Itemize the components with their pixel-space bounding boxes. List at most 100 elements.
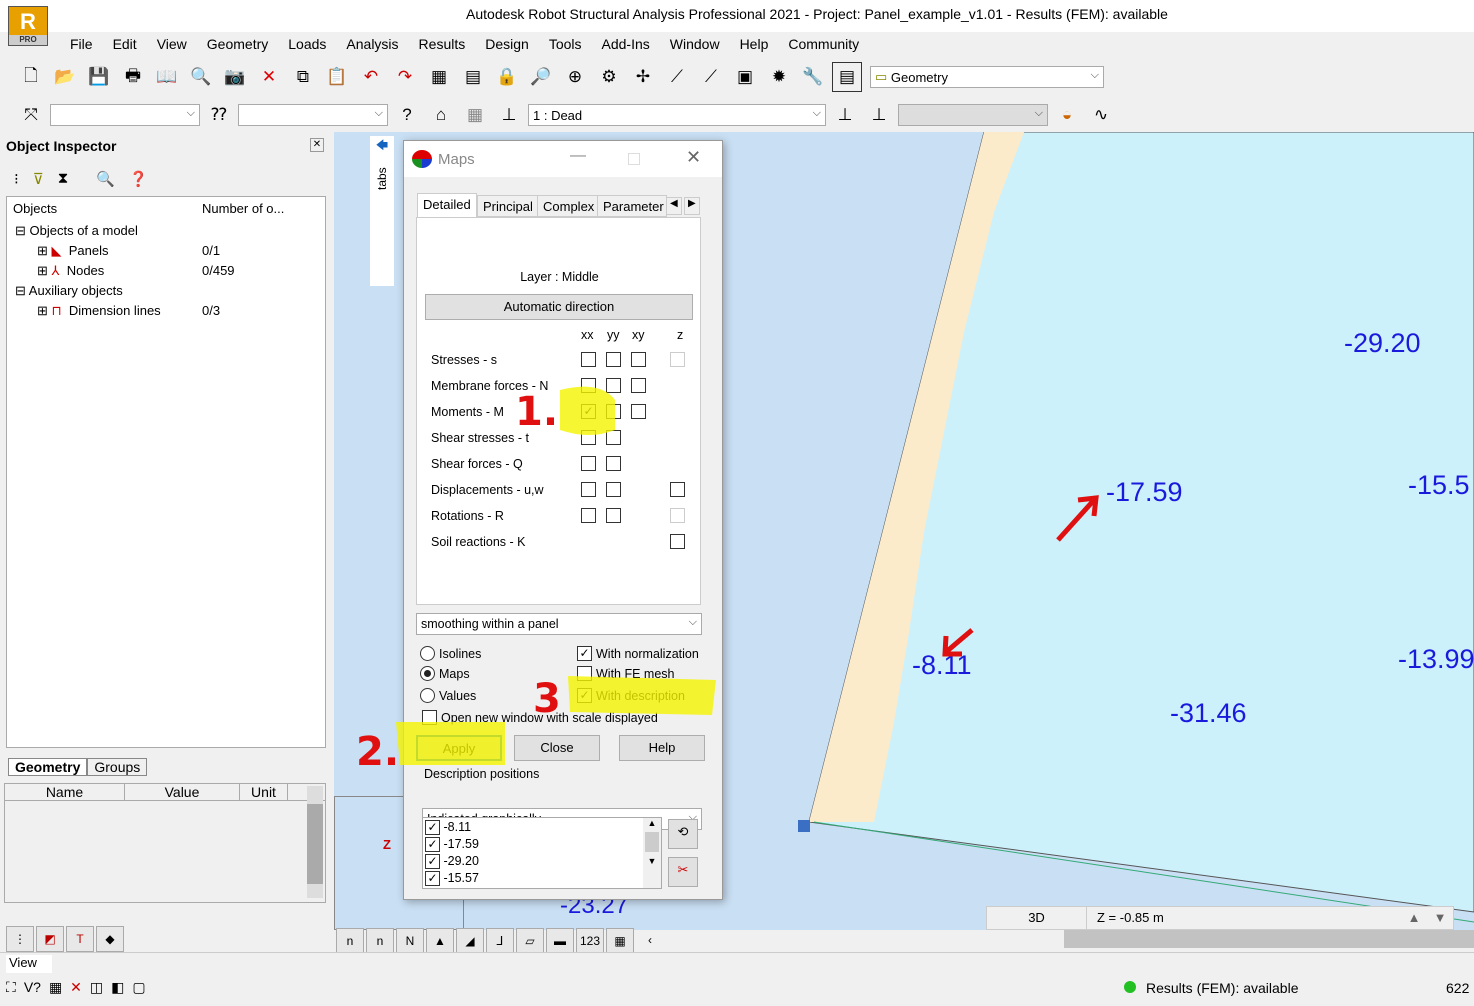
panel-numbers-icon[interactable]: N [396, 928, 424, 954]
menu-addins[interactable]: Add-Ins [592, 36, 660, 56]
materials-icon[interactable]: ▣ [730, 62, 760, 92]
side-tabs[interactable]: 🡄 tabs [370, 136, 394, 286]
axes-icon[interactable]: ✢ [628, 62, 658, 92]
close-button[interactable]: Close [514, 735, 600, 761]
tab-geometry[interactable]: Geometry [8, 758, 88, 776]
isolines-radio[interactable] [420, 646, 435, 661]
solid-icon[interactable]: ◧ [111, 979, 124, 996]
book-icon[interactable]: 📖 [152, 62, 182, 92]
minimize-icon[interactable]: — [570, 147, 586, 165]
bar-numbers-icon[interactable]: n [366, 928, 394, 954]
load2-icon[interactable]: ⊥ [864, 100, 894, 130]
result-xx-checkbox[interactable] [581, 430, 596, 445]
node-select[interactable]: ⌵ [50, 104, 200, 126]
automatic-direction-button[interactable]: Automatic direction [425, 294, 693, 320]
undo-icon[interactable]: ↶ [356, 62, 386, 92]
node-numbers-icon[interactable]: n [336, 928, 364, 954]
zoom-window-icon[interactable]: ⊕ [560, 62, 590, 92]
search-icon[interactable]: 🔍 [96, 170, 115, 188]
result-xx-checkbox[interactable] [581, 508, 596, 523]
dimension-icon[interactable]: ▬ [546, 928, 574, 954]
calc-icon[interactable]: ✹ [764, 62, 794, 92]
result-yy-checkbox[interactable] [606, 352, 621, 367]
smoothing-select[interactable]: smoothing within a panel ⌵ [416, 613, 702, 635]
result-yy-checkbox[interactable] [606, 456, 621, 471]
result-yy-checkbox[interactable] [606, 404, 621, 419]
save-icon[interactable]: 💾 [84, 62, 114, 92]
description-item-checkbox[interactable]: ✓ [425, 820, 440, 836]
new-window-checkbox[interactable] [422, 710, 437, 725]
help-button[interactable]: Help [619, 735, 705, 761]
tab-scroll-left-icon[interactable]: ◀ [666, 197, 682, 215]
wrench-icon[interactable]: 🔧 [798, 62, 828, 92]
delete-icon[interactable]: ✕ [254, 62, 284, 92]
description-list-item[interactable]: ✓ -15.57 [425, 871, 479, 887]
close-icon[interactable]: ✕ [686, 147, 701, 168]
description-item-checkbox[interactable]: ✓ [425, 871, 440, 887]
tree-item[interactable]: ⊟ Auxiliary objects [15, 283, 123, 299]
up-arrow-icon[interactable]: ▲ [1401, 907, 1427, 929]
arrow-left-icon[interactable]: 🡄 [370, 136, 394, 157]
close-icon[interactable]: ✕ [310, 138, 324, 152]
result-xy-checkbox[interactable] [631, 378, 646, 393]
axis-icon[interactable]: ✕ [70, 979, 82, 996]
layers-icon[interactable]: ◆ [96, 926, 124, 952]
result-z-checkbox[interactable] [670, 482, 685, 497]
menu-view[interactable]: View [147, 36, 197, 56]
query-icon[interactable]: V? [24, 979, 41, 996]
result-yy-checkbox[interactable] [606, 430, 621, 445]
grid-toggle-icon[interactable]: ▦ [606, 928, 634, 954]
hierarchy-icon[interactable]: ⁝ [14, 170, 19, 188]
menu-community[interactable]: Community [778, 36, 869, 56]
description-checkbox[interactable]: ✓ [577, 688, 592, 703]
description-list-item[interactable]: ✓ -8.11 [425, 820, 471, 836]
values-radio[interactable] [420, 688, 435, 703]
tab-parameter[interactable]: Parameter [597, 195, 667, 217]
query-icon[interactable]: ? [392, 100, 422, 130]
grid-icon[interactable]: ▦ [460, 100, 490, 130]
tab-groups[interactable]: Groups [87, 758, 148, 776]
load-case-icon[interactable]: ⊥ [494, 100, 524, 130]
result-yy-checkbox[interactable] [606, 482, 621, 497]
table-icon[interactable]: ▦ [424, 62, 454, 92]
wireframe-icon[interactable]: ◫ [90, 979, 103, 996]
section-shape-icon[interactable]: ◢ [456, 928, 484, 954]
values-icon[interactable]: 123 [576, 928, 604, 954]
result-xx-checkbox[interactable] [581, 456, 596, 471]
tree-item[interactable]: ⊞ ◣ Panels [37, 243, 109, 259]
house-icon[interactable]: ⌂ [426, 100, 456, 130]
result-yy-checkbox[interactable] [606, 508, 621, 523]
redo-icon[interactable]: ↷ [390, 62, 420, 92]
scrollbar[interactable] [307, 786, 323, 898]
down-arrow-icon[interactable]: ▼ [1427, 907, 1453, 929]
delete-positions-icon[interactable]: ✂ [668, 857, 698, 887]
deformation-icon[interactable]: ∿ [1086, 100, 1116, 130]
tree-item[interactable]: ⊞ ⊓ Dimension lines [37, 303, 161, 319]
result-xx-checkbox[interactable] [581, 352, 596, 367]
view-icon[interactable]: ⚙ [594, 62, 624, 92]
paste-icon[interactable]: 📋 [322, 62, 352, 92]
result-xy-checkbox[interactable] [631, 404, 646, 419]
preview-icon[interactable]: 🔍 [186, 62, 216, 92]
table2-icon[interactable]: ▤ [458, 62, 488, 92]
menu-window[interactable]: Window [660, 36, 730, 56]
bar-select[interactable]: ⌵ [238, 104, 388, 126]
menu-edit[interactable]: Edit [103, 36, 147, 56]
help-icon[interactable]: ❓ [129, 170, 148, 188]
zoom-icon[interactable]: 🔎 [526, 62, 556, 92]
hourglass-icon[interactable]: ⧗ [58, 170, 69, 188]
filter-icon[interactable]: ⊽ [33, 170, 44, 188]
local-axes-icon[interactable]: ⅃ [486, 928, 514, 954]
result-xy-checkbox[interactable] [631, 352, 646, 367]
tab-complex[interactable]: Complex [537, 195, 601, 217]
tab-detailed[interactable]: Detailed [417, 193, 477, 218]
fe-mesh-checkbox[interactable] [577, 666, 592, 681]
result-xx-checkbox[interactable]: ✓ [581, 404, 596, 419]
structure-icon[interactable]: ⟋ [662, 62, 692, 92]
refresh-icon[interactable]: ⟲ [668, 819, 698, 849]
normalization-checkbox[interactable]: ✓ [577, 646, 592, 661]
view-mode[interactable]: 3D [987, 907, 1087, 929]
new-file-icon[interactable]: 🗋 [16, 62, 46, 92]
supports-icon[interactable]: ▲ [426, 928, 454, 954]
result-yy-checkbox[interactable] [606, 378, 621, 393]
